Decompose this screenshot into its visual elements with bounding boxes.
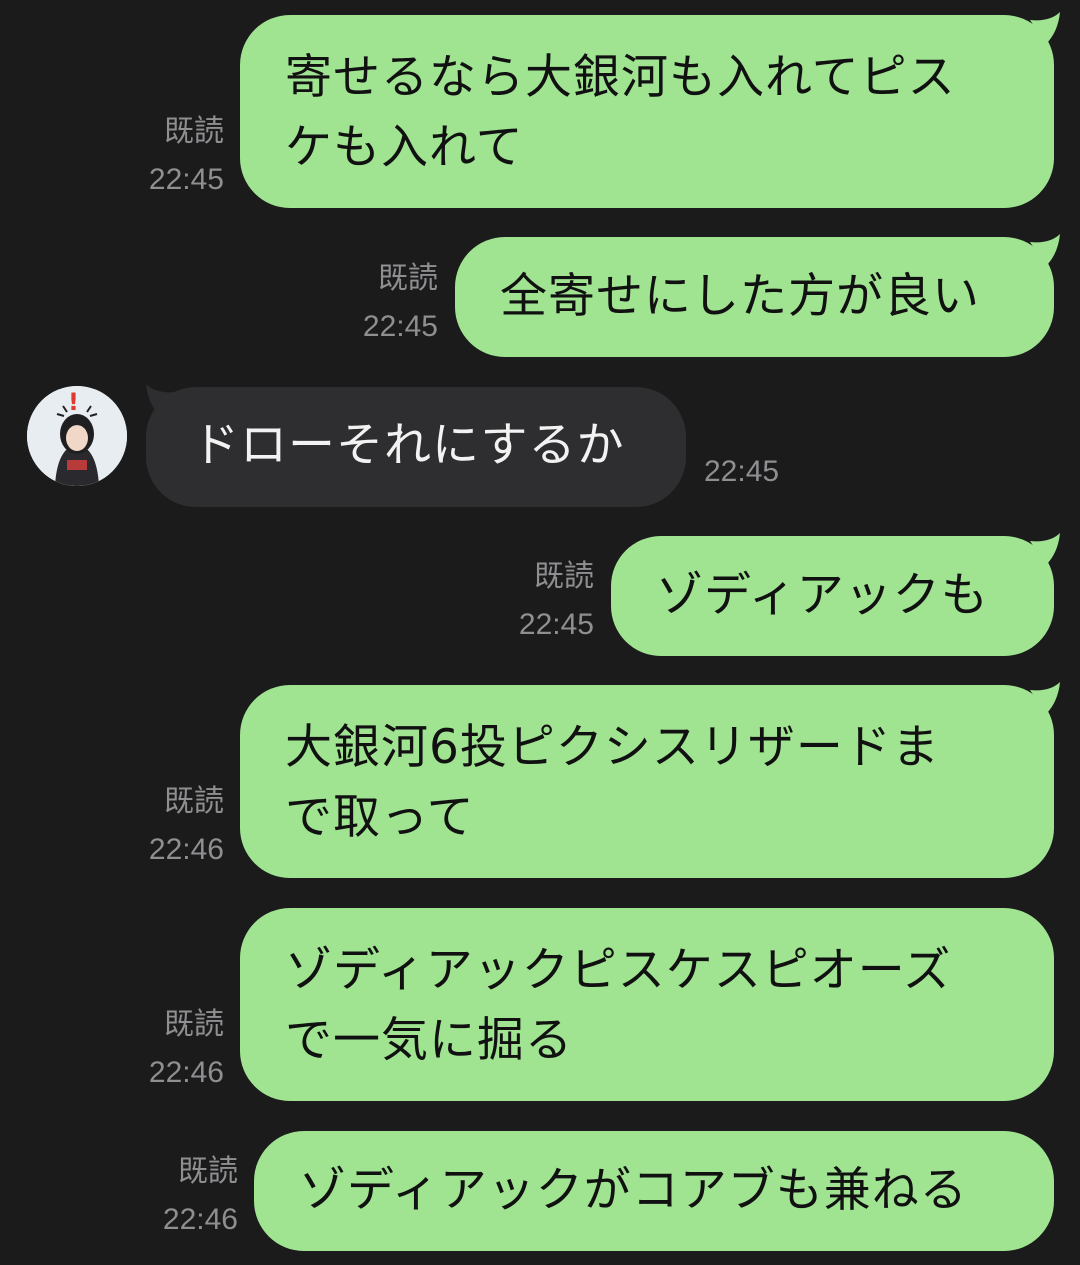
read-receipt: 既読 [164, 784, 224, 819]
timestamp: 22:45 [148, 163, 224, 196]
message-line: 全寄せにした方が良い [500, 269, 980, 324]
chat-bubble-sent[interactable]: ゾディアックも [611, 536, 1054, 656]
message-line: ゾディアックがコアブも兼ねる [299, 1163, 968, 1218]
timestamp: 22:45 [362, 310, 438, 343]
timestamp: 22:46 [148, 1056, 224, 1089]
message-meta: 既読 22:45 [490, 553, 594, 649]
message-line: ケも入れて [285, 120, 524, 175]
read-receipt: 既読 [178, 1154, 238, 1189]
alert-marker: ! [68, 388, 79, 416]
chat-bubble-sent[interactable]: 寄せるなら大銀河も入れてピス ケも入れて [240, 15, 1054, 208]
message-meta: 既読 22:46 [134, 1148, 238, 1244]
chat-bubble-sent[interactable]: 全寄せにした方が良い [455, 237, 1054, 357]
read-receipt: 既読 [534, 559, 594, 594]
timestamp: 22:45 [518, 608, 594, 641]
bubble-tail [1030, 533, 1060, 565]
timestamp: 22:46 [162, 1203, 238, 1236]
message-line: 大銀河6投ピクシスリザードま [285, 720, 940, 775]
chat-bubble-received[interactable]: ドローそれにするか [146, 387, 686, 507]
message-line: ゾディアックも [656, 568, 989, 623]
message-line: ゾディアックピスケスピオーズ [285, 943, 952, 998]
avatar[interactable]: ! [27, 386, 127, 486]
chat-bubble-sent[interactable]: ゾディアックがコアブも兼ねる [254, 1131, 1054, 1251]
message-line: ドローそれにするか [192, 418, 625, 473]
timestamp: 22:45 [704, 455, 780, 488]
message-meta: 既読 22:46 [120, 778, 224, 874]
chat-bubble-sent[interactable]: 大銀河6投ピクシスリザードま で取って [240, 685, 1054, 878]
read-receipt: 既読 [164, 1007, 224, 1042]
bubble-tail [1030, 234, 1060, 266]
read-receipt: 既読 [378, 261, 438, 296]
message-line: で取って [285, 790, 475, 845]
bubble-tail [146, 384, 176, 416]
message-meta: 既読 22:46 [120, 1001, 224, 1097]
message-line: 寄せるなら大銀河も入れてピス [285, 50, 956, 105]
message-meta: 既読 22:45 [120, 108, 224, 204]
bubble-tail [1030, 12, 1060, 44]
timestamp: 22:46 [148, 833, 224, 866]
read-receipt: 既読 [164, 114, 224, 149]
message-line: で一気に掘る [285, 1013, 573, 1068]
chat-bubble-sent[interactable]: ゾディアックピスケスピオーズ で一気に掘る [240, 908, 1054, 1101]
message-meta: 既読 22:45 [334, 255, 438, 351]
bubble-tail [1030, 682, 1060, 714]
